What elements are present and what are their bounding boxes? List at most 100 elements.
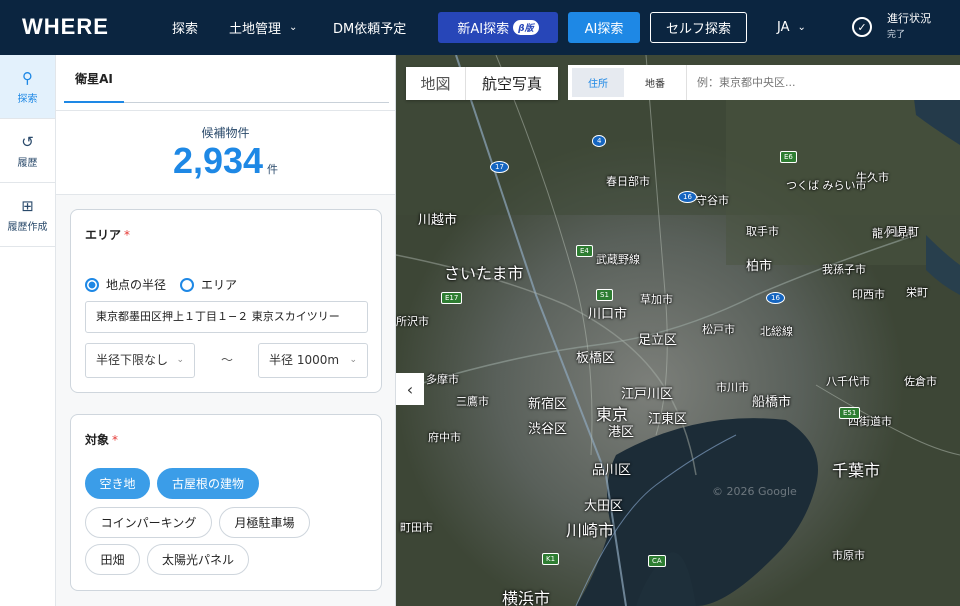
map-label-ichihara: 市原市	[832, 549, 865, 562]
map-search-input[interactable]	[686, 65, 960, 100]
chip-vacant-land[interactable]: 空き地	[85, 468, 150, 499]
search-panel: 衛星AI 候補物件 2,934 件 エリア * 地点の半径 エリア 東京都墨田区押上…	[56, 55, 396, 606]
target-title-label: 対象	[85, 433, 110, 447]
beta-badge: β版	[513, 20, 539, 35]
map-search-box: 住所 地番	[568, 65, 960, 100]
map-label-tama: 多摩市	[426, 373, 459, 386]
rail-label-create: 履歴作成	[7, 221, 48, 233]
map-label-kashiwa: 柏市	[746, 259, 773, 274]
progress-status[interactable]: 進行状況 完了	[887, 11, 931, 43]
rail-item-search[interactable]: ⚲ 探索	[0, 55, 55, 119]
map-label-ami: 阿見町	[886, 225, 919, 238]
map-label-kawagoe: 川越市	[418, 213, 458, 228]
radio-radius-label[interactable]: 地点の半径	[106, 276, 166, 293]
chip-monthly-parking[interactable]: 月極駐車場	[219, 507, 310, 538]
rail-label-history: 履歴	[17, 157, 38, 169]
map-label-inzai: 印西市	[852, 288, 885, 301]
map-label-sakura: 佐倉市	[904, 375, 937, 388]
required-mark: *	[112, 433, 119, 447]
nav-land-management[interactable]: 土地管理 ⌄	[229, 0, 297, 55]
address-input[interactable]: 東京都墨田区押上１丁目１−２ 東京スカイツリー	[85, 301, 368, 333]
target-card: 対象 * 空き地 古屋根の建物 コインパーキング 月極駐車場 田畑 太陽光パネル	[70, 414, 382, 591]
radio-area-label[interactable]: エリア	[201, 276, 237, 293]
map-label-fuchu: 府中市	[428, 431, 461, 444]
app-logo[interactable]: WHERE	[22, 14, 109, 40]
map-label-abiko: 我孫子市	[822, 263, 866, 276]
map-label-minato: 港区	[608, 425, 635, 440]
map-label-koto: 江東区	[648, 412, 688, 427]
map-label-kawasaki: 川崎市	[566, 521, 615, 540]
map-label-moriya: 守谷市	[696, 194, 729, 207]
map-label-kitasoka: 北総線	[760, 325, 793, 338]
rail-item-history[interactable]: ↺ 履歴	[0, 119, 55, 183]
candidate-count-box: 候補物件 2,934 件	[56, 111, 395, 195]
count-unit: 件	[267, 163, 279, 176]
chip-coin-parking[interactable]: コインパーキング	[85, 507, 212, 538]
candidate-count: 2,934	[172, 140, 264, 181]
chip-farmland[interactable]: 田畑	[85, 544, 140, 575]
min-radius-value: 半径下限なし	[96, 353, 169, 367]
rail-label-search: 探索	[17, 93, 38, 105]
range-tilde: 〜	[221, 353, 234, 367]
route-shield-e17: E17	[441, 292, 463, 304]
search-tab-lot[interactable]: 地番	[626, 68, 684, 97]
map-label-soka: 草加市	[640, 293, 673, 306]
map-label-funabashi: 船橋市	[752, 395, 792, 410]
search-tab-address[interactable]: 住所	[572, 68, 624, 97]
map-label-ushiku: 牛久市	[856, 171, 889, 184]
map-type-map[interactable]: 地図	[406, 67, 466, 100]
chip-old-roof-building[interactable]: 古屋根の建物	[157, 468, 259, 499]
top-header: WHERE 探索 土地管理 ⌄ DM依頼予定 新AI探索 β版 AI探索 セルフ探…	[0, 0, 960, 55]
nav-land-label: 土地管理	[229, 22, 282, 37]
rail-item-create-history[interactable]: ⊞ 履歴作成	[0, 183, 55, 247]
map-label-machida: 町田市	[400, 521, 433, 534]
language-label: JA	[777, 20, 790, 35]
map-label-adachi: 足立区	[638, 333, 678, 348]
history-icon: ↺	[21, 132, 34, 151]
chevron-down-icon: ⌄	[289, 22, 298, 33]
map-label-yachiyo: 八千代市	[826, 375, 870, 388]
panel-tabbar: 衛星AI	[56, 55, 395, 111]
route-shield-e4: E4	[576, 245, 593, 257]
map-label-shinagawa: 品川区	[592, 463, 632, 478]
map-label-edogawa: 江戸川区	[621, 387, 674, 402]
new-ai-search-button[interactable]: 新AI探索 β版	[438, 12, 558, 43]
area-title-label: エリア	[85, 228, 122, 242]
chevron-left-icon: ‹	[406, 379, 414, 399]
map-label-tokorozawa: 所沢市	[396, 315, 429, 328]
map-type-aerial[interactable]: 航空写真	[466, 67, 558, 100]
chevron-down-icon: ⌄	[349, 355, 357, 365]
map-label-ichikawa: 市川市	[716, 381, 749, 394]
route-shield-e51: E51	[839, 407, 861, 419]
chip-solar-panel[interactable]: 太陽光パネル	[147, 544, 249, 575]
map-label-kasukabe: 春日部市	[606, 175, 650, 188]
satellite-map[interactable]: 川越市 さいたま市 川口市 足立区 板橋区 江戸川区 新宿区 東京 江東区 渋谷…	[396, 55, 960, 606]
map-label-chiba: 千葉市	[832, 461, 881, 480]
map-label-tsukuba: つくば みらい市	[786, 179, 867, 192]
ai-search-button[interactable]: AI探索	[568, 12, 640, 43]
route-shield-16: 16	[678, 191, 697, 203]
plus-square-icon: ⊞	[21, 196, 34, 215]
count-label: 候補物件	[201, 126, 250, 140]
route-shield-16b: 16	[766, 292, 785, 304]
map-label-saitama: さいたま市	[444, 264, 524, 283]
chevron-down-icon: ⌄	[797, 22, 806, 33]
radio-area[interactable]	[180, 277, 195, 292]
route-shield-k1: K1	[542, 553, 560, 565]
status-title: 進行状況	[887, 12, 931, 25]
nav-search[interactable]: 探索	[172, 0, 198, 55]
radio-radius[interactable]	[85, 277, 99, 292]
language-select[interactable]: JA ⌄	[777, 0, 806, 55]
map-label-matsudo: 松戸市	[702, 323, 735, 336]
nav-dm-request[interactable]: DM依頼予定	[333, 0, 406, 55]
tab-satellite-ai[interactable]: 衛星AI	[64, 55, 124, 103]
map-type-toggle: 地図 航空写真	[406, 67, 558, 100]
check-circle-icon: ✓	[852, 17, 872, 37]
min-radius-select[interactable]: 半径下限なし ⌄	[85, 343, 195, 378]
target-title: 対象 *	[85, 431, 118, 448]
area-radio-group: 地点の半径 エリア	[85, 276, 237, 293]
self-search-button[interactable]: セルフ探索	[650, 12, 747, 43]
map-label-itabashi: 板橋区	[576, 351, 616, 366]
max-radius-select[interactable]: 半径 1000m ⌄	[258, 343, 368, 378]
collapse-panel-button[interactable]: ‹	[396, 373, 424, 405]
